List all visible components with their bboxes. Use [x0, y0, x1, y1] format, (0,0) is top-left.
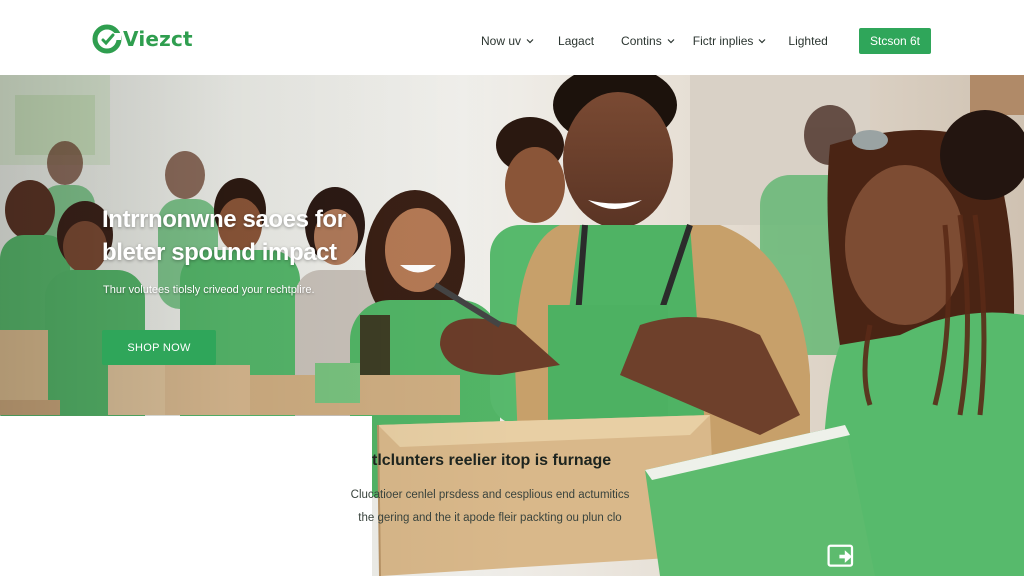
nav-item-now[interactable]: Now uv — [481, 34, 534, 48]
nav-label: Fictr inplies — [692, 34, 754, 48]
hero-title-line1: Intrrnonwne saoes for — [102, 206, 346, 233]
chevron-down-icon — [758, 39, 766, 44]
main-nav: Now uv Lagact Contins Fictr inplies Ligh… — [481, 28, 828, 54]
recycle-box-icon — [827, 544, 854, 567]
info-body: Clucatioer cenlel prsdess and cesplious … — [330, 484, 650, 530]
chevron-down-icon — [526, 39, 534, 44]
brand-name: Viezct — [123, 27, 193, 51]
nav-item-contins[interactable]: Contins — [621, 34, 675, 48]
chevron-down-icon — [667, 39, 675, 44]
info-body-line2: the gering and the it apode fleir packti… — [358, 512, 622, 524]
info-title: tlclunters reelier itop is furnage — [372, 452, 612, 469]
hero-title: Intrrnonwne saoes for bleter spound impa… — [102, 203, 432, 269]
info-panel — [0, 416, 372, 576]
brand-logo[interactable]: Viezct — [92, 24, 193, 54]
info-body-line1: Clucatioer cenlel prsdess and cesplious … — [350, 489, 630, 501]
nav-item-fictr-inplies[interactable]: Fictr inplies — [693, 34, 767, 48]
nav-label: Now uv — [481, 34, 522, 48]
brand-logo-icon — [92, 24, 122, 54]
nav-label: Lighted — [788, 34, 828, 48]
site-header: Viezct Now uv Lagact Contins Fictr inpli… — [0, 0, 1024, 75]
hero-subtitle: Thur volutees tiolsly criveod your recht… — [103, 284, 315, 296]
hero-title-line2: bleter spound impact — [102, 239, 337, 266]
nav-item-lagact[interactable]: Lagact — [558, 34, 594, 48]
shop-now-button[interactable]: SHOP NOW — [102, 330, 216, 365]
nav-label: Contins — [621, 34, 662, 48]
nav-label: Lagact — [558, 34, 595, 48]
nav-item-lighted[interactable]: Lighted — [788, 34, 827, 48]
header-cta-button[interactable]: Stcson 6t — [859, 28, 931, 54]
